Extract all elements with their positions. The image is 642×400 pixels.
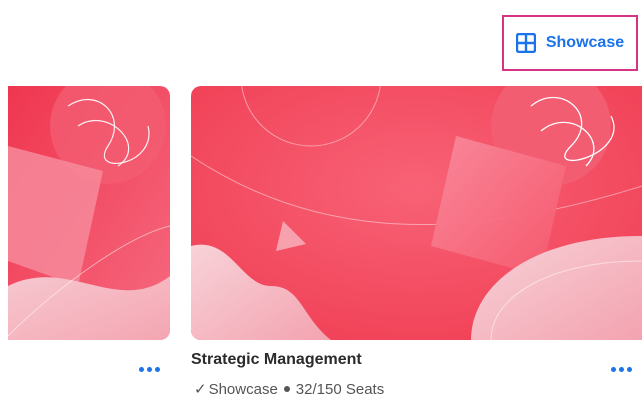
showcase-button[interactable]: Showcase bbox=[502, 15, 638, 71]
ellipsis-icon bbox=[139, 367, 144, 372]
card-left-more-button[interactable] bbox=[139, 367, 160, 372]
course-card-main[interactable] bbox=[191, 86, 642, 340]
course-seats: 32/150 Seats bbox=[295, 380, 385, 398]
course-card-art bbox=[191, 86, 642, 340]
course-status: Showcase bbox=[208, 380, 278, 398]
course-title[interactable]: Strategic Management bbox=[191, 351, 362, 369]
separator-dot bbox=[283, 386, 290, 392]
ellipsis-icon bbox=[611, 367, 616, 372]
grid-icon bbox=[515, 33, 536, 53]
showcase-button-label: Showcase bbox=[545, 34, 625, 51]
check-icon: ✓ bbox=[194, 381, 207, 398]
course-meta: ✓ Showcase 32/150 Seats bbox=[194, 380, 385, 399]
course-card-art bbox=[8, 86, 170, 340]
course-card-left[interactable] bbox=[8, 86, 170, 340]
card-main-more-button[interactable] bbox=[611, 367, 632, 372]
page: Showcase Strategic Management ✓ Showcase… bbox=[0, 0, 642, 400]
